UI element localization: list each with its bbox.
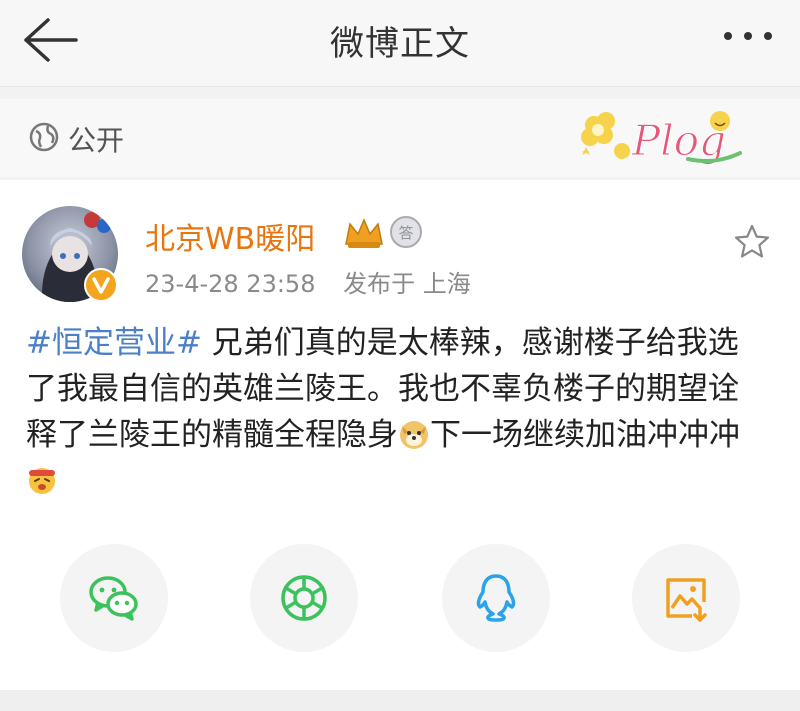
star-icon	[734, 224, 770, 258]
visibility-bar: 公开 Plog	[0, 99, 800, 177]
hashtag-link[interactable]: #恒定营业#	[26, 325, 202, 361]
doge-emoji-icon	[400, 421, 428, 449]
visibility-label: 公开	[68, 124, 125, 157]
wechat-icon	[89, 576, 138, 621]
verified-badge-icon	[84, 268, 118, 302]
author-name[interactable]: 北京WB暖阳	[145, 214, 315, 258]
post-time: 23-4-28 23:58	[145, 270, 316, 298]
more-button[interactable]	[718, 18, 778, 54]
bottom-divider	[0, 690, 800, 711]
qq-icon	[476, 574, 516, 622]
post-content: #恒定营业# 兄弟们真的是太棒辣，感谢楼子给我选了我最自信的英雄兰陵王。我也不辜…	[26, 320, 766, 504]
share-moments-button[interactable]	[250, 544, 358, 652]
flower-icon	[581, 112, 615, 146]
share-qq-button[interactable]	[442, 544, 550, 652]
page-title: 微博正文	[330, 24, 470, 64]
more-dots-icon	[724, 32, 772, 40]
svg-text:答: 答	[398, 224, 413, 242]
post-meta: 23-4-28 23:58 发布于 上海	[145, 264, 471, 299]
save-image-icon	[666, 578, 707, 622]
fighting-emoji-icon	[29, 468, 55, 494]
favorite-button[interactable]	[732, 222, 772, 262]
save-image-button[interactable]	[632, 544, 740, 652]
share-wechat-button[interactable]	[60, 544, 168, 652]
vip-crown-icon[interactable]	[342, 216, 386, 250]
plog-sticker: Plog	[581, 111, 742, 166]
moments-icon	[281, 575, 327, 621]
post-location: 发布于 上海	[343, 270, 471, 298]
post-text-part-2: 下一场继续加油冲冲冲	[430, 417, 740, 453]
answer-medal-icon[interactable]: 答	[388, 214, 424, 250]
share-row	[0, 544, 800, 654]
post-card: 北京WB暖阳 答 23-4-28 23:58 发布于 上海 #恒定营业# 兄弟们…	[0, 180, 800, 690]
top-bar: 微博正文	[0, 0, 800, 87]
globe-icon	[29, 122, 59, 152]
